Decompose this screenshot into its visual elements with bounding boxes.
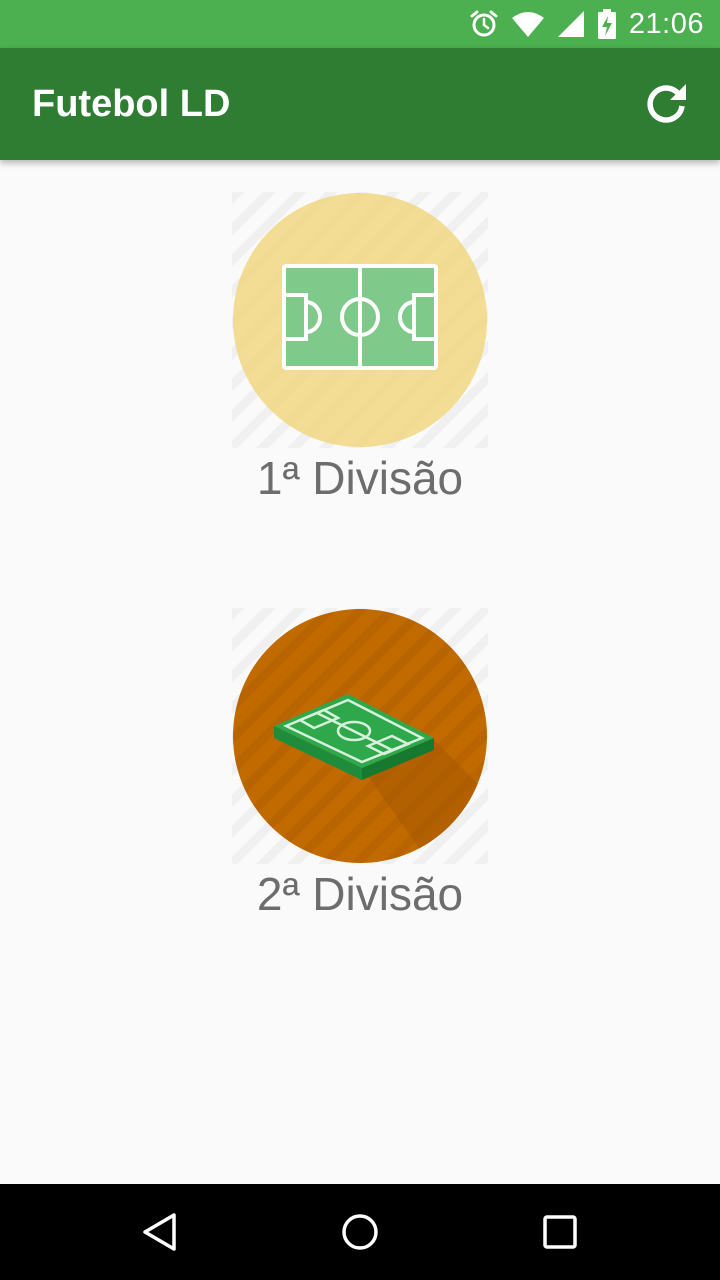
alarm-icon: [469, 9, 499, 39]
wifi-icon: [511, 10, 545, 38]
app-bar: Futebol LD: [0, 48, 720, 160]
signal-icon: [557, 10, 585, 38]
division-item-1[interactable]: 1ª Divisão: [0, 192, 720, 512]
soccer-field-top-view-icon: [282, 264, 438, 370]
back-icon: [143, 1213, 176, 1251]
refresh-button[interactable]: [640, 78, 692, 130]
division-label: 1ª Divisão: [256, 452, 464, 504]
division-item-2[interactable]: 2ª Divisão: [0, 608, 720, 928]
refresh-icon: [647, 84, 686, 123]
division-badge: [232, 608, 488, 864]
division-badge: [232, 192, 488, 448]
home-icon: [342, 1214, 378, 1250]
battery-charging-icon: [597, 9, 617, 39]
back-button[interactable]: [136, 1208, 184, 1256]
status-time: 21:06: [628, 7, 704, 40]
home-button[interactable]: [336, 1208, 384, 1256]
division-label: 2ª Divisão: [256, 868, 464, 920]
recents-icon: [543, 1215, 577, 1249]
navigation-bar: [0, 1184, 720, 1280]
status-bar: 21:06: [0, 0, 720, 48]
app-title: Futebol LD: [32, 83, 231, 125]
recents-button[interactable]: [536, 1208, 584, 1256]
division-list: 1ª Divisão 2ª Divisão: [0, 160, 720, 1184]
